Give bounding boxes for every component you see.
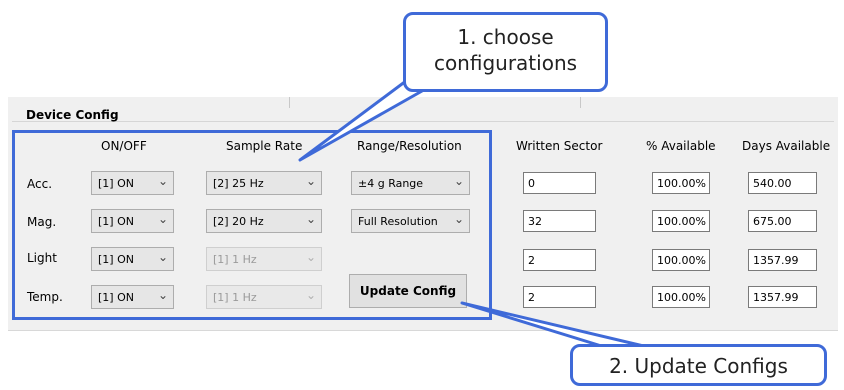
callout-choose-line2: configurations — [433, 51, 578, 75]
callout-update-text: 2. Update Configs — [609, 354, 788, 378]
callout-pointer-update — [460, 301, 654, 350]
callout-update-configs: 2. Update Configs — [570, 344, 827, 386]
callout-choose-line1: 1. choose — [457, 25, 554, 49]
callout-choose-configurations: 1. choose configurations — [403, 12, 608, 92]
